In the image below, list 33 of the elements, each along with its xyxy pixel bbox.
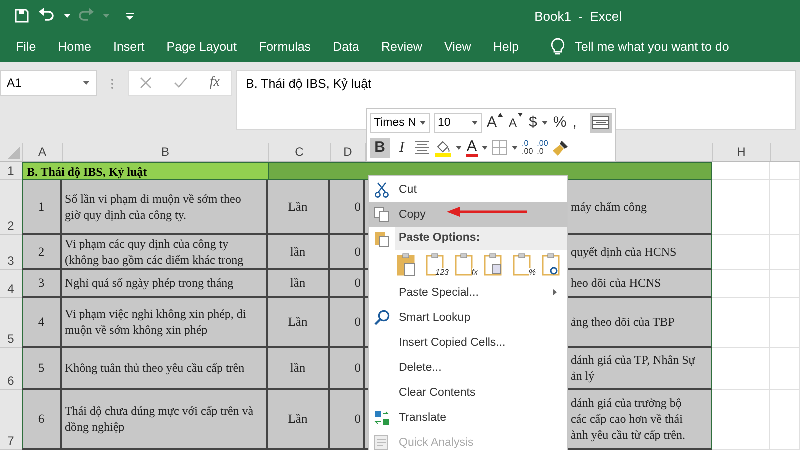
table-cell: 0: [330, 270, 365, 298]
table-cell: 5: [22, 348, 62, 390]
table-cell: 2: [22, 235, 62, 270]
table-cell: Thái độ chưa đúng mực với cấp trên và đồng nghiệp: [62, 390, 268, 450]
table-cell: 0: [330, 298, 365, 348]
table-cell: 6: [22, 390, 62, 450]
table-cell: đánh giá của trưởng bộ các cấp cao hơn về thái ành yêu cầu từ cấp trên.: [568, 390, 712, 450]
table-cell: ảng theo dõi của TBP: [568, 298, 712, 348]
table-cell: 0: [330, 235, 365, 270]
table-cell: Nghỉ quá số ngày phép trong tháng: [62, 270, 268, 298]
table-cell: lần: [268, 348, 330, 390]
table-cell: quyết định của HCNS: [568, 235, 712, 270]
table-cell: 0: [330, 390, 365, 450]
table-cell: heo dõi của HCNS: [568, 270, 712, 298]
menu-section-header: Paste Options:: [395, 227, 567, 250]
table-cell: 4: [22, 298, 62, 348]
table-cell: 0: [330, 180, 365, 235]
table-cell: Lần: [268, 390, 330, 450]
table-cell: Lần: [268, 298, 330, 348]
table-cell: 1: [22, 180, 62, 235]
table-cell: Không tuân thủ theo yêu cầu cấp trên: [62, 348, 268, 390]
table-cell: 0: [330, 348, 365, 390]
table-cell: máy chấm công: [568, 180, 712, 235]
table-cell: lần: [268, 270, 330, 298]
table-cell: Số lần vi phạm đi muộn về sớm theo giờ quy định của công ty.: [62, 180, 268, 235]
table-cell: đánh giá của TP, Nhân Sự ản lý: [568, 348, 712, 390]
window-title: Book1 - Excel: [534, 8, 622, 24]
table-cell: lần: [268, 235, 330, 270]
table-cell: Vi phạm các quy định của công ty (không bao gồm các điểm khác trong: [62, 235, 268, 270]
table-cell: Vi phạm việc nghỉ không xin phép, đi muộn về sớm không xin phép: [62, 298, 268, 348]
table-cell: Lần: [268, 180, 330, 235]
table-cell: 3: [22, 270, 62, 298]
table-cell: B. Thái độ IBS, Kỷ luật: [22, 162, 268, 180]
